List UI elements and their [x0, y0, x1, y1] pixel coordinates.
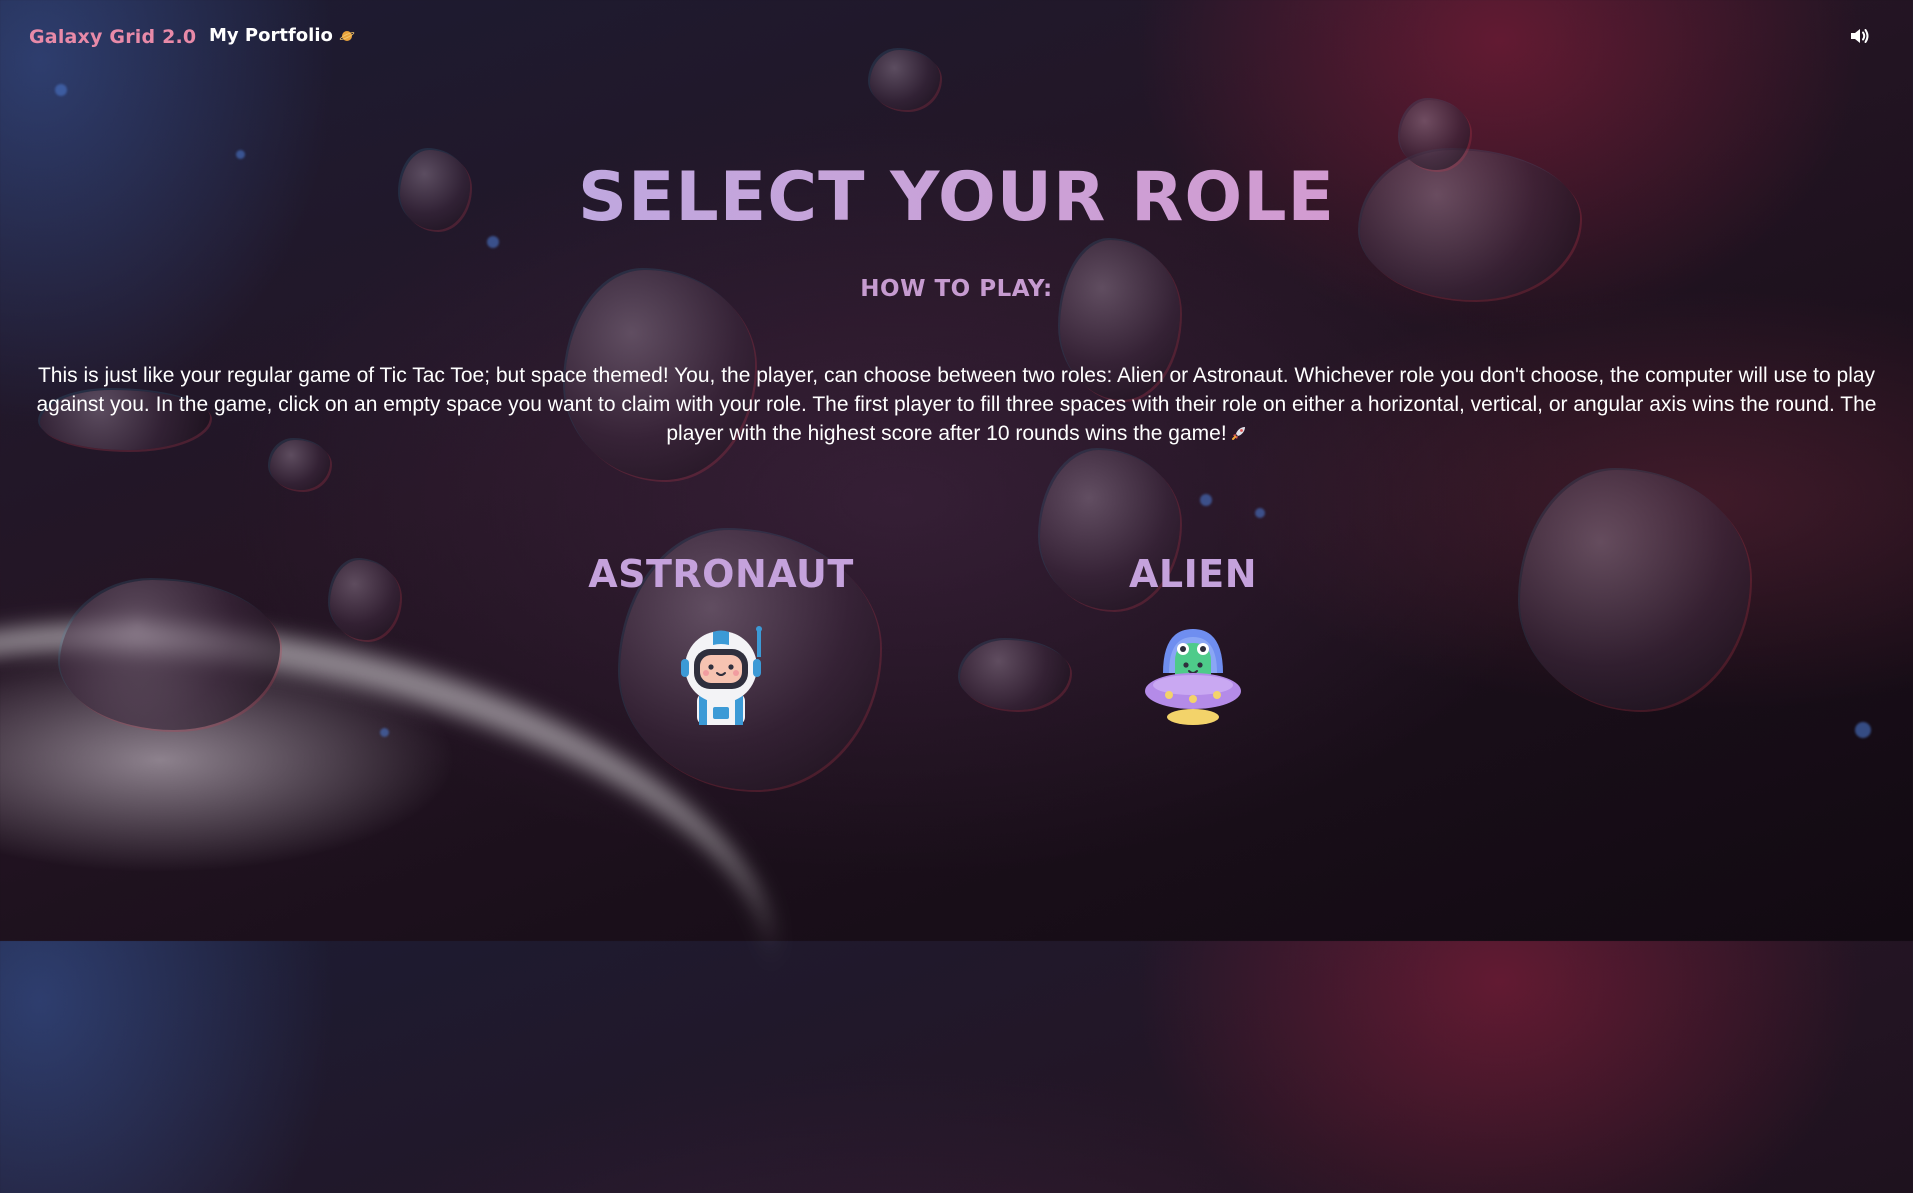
- planet-icon: [339, 28, 355, 44]
- astronaut-role-label: ASTRONAUT: [588, 552, 854, 596]
- alien-ufo-icon: [1145, 629, 1241, 725]
- instructions-body: This is just like your regular game of T…: [36, 364, 1877, 445]
- astronaut-icon: [681, 626, 762, 725]
- brand-link[interactable]: Galaxy Grid 2.0: [29, 26, 196, 48]
- page-title: SELECT YOUR ROLE: [0, 158, 1913, 237]
- alien-role-label: ALIEN: [1128, 552, 1258, 596]
- portfolio-link[interactable]: My Portfolio: [209, 25, 355, 46]
- sound-toggle-button[interactable]: [1849, 26, 1871, 46]
- astronaut-role-option[interactable]: ASTRONAUT: [571, 545, 871, 735]
- portfolio-link-label: My Portfolio: [209, 25, 333, 46]
- alien-role-option[interactable]: ALIEN: [1043, 545, 1343, 735]
- top-navigation: Galaxy Grid 2.0 My Portfolio: [0, 0, 1913, 76]
- rocket-icon: [1231, 427, 1245, 440]
- how-to-play-heading: HOW TO PLAY:: [860, 276, 1053, 302]
- star: [1855, 722, 1871, 738]
- star: [487, 236, 499, 248]
- asteroid: [330, 560, 400, 640]
- star: [380, 728, 389, 737]
- star: [1255, 508, 1265, 518]
- speaker-volume-icon: [1851, 29, 1869, 43]
- asteroid: [1520, 470, 1750, 710]
- instructions-text: This is just like your regular game of T…: [30, 361, 1883, 448]
- star: [1200, 494, 1212, 506]
- star: [55, 84, 67, 96]
